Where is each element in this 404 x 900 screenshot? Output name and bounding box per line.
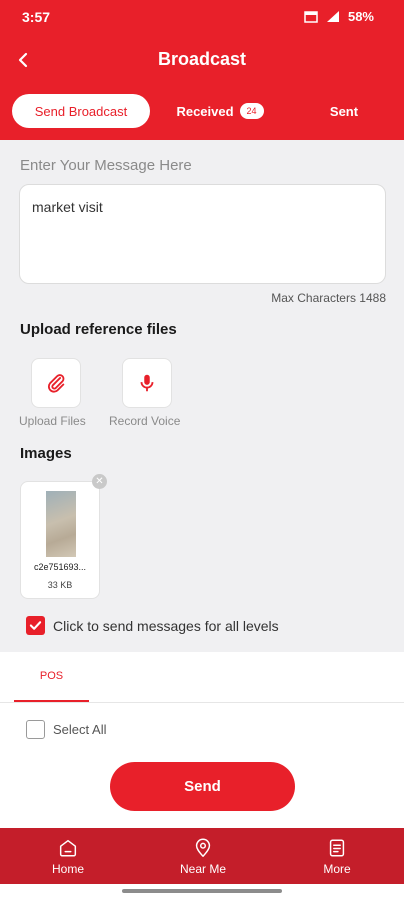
all-levels-label: Click to send messages for all levels: [53, 617, 279, 634]
select-all-checkbox[interactable]: [26, 720, 45, 739]
all-levels-checkbox[interactable]: [26, 616, 45, 635]
nav-label: More: [323, 862, 351, 876]
image-filesize: 33 KB: [47, 580, 73, 590]
nav-item-home[interactable]: Home: [28, 828, 108, 884]
record-voice-button[interactable]: [122, 358, 172, 408]
broadcast-tabs: Send Broadcast Received 24 Sent: [0, 94, 404, 130]
tab-label: Send Broadcast: [34, 103, 128, 119]
max-characters-hint: Max Characters 1488: [271, 291, 386, 305]
record-voice-label: Record Voice: [109, 414, 181, 428]
select-all-option[interactable]: Select All: [26, 720, 106, 739]
received-count-badge: 24: [239, 103, 264, 119]
nav-item-near-me[interactable]: Near Me: [163, 828, 243, 884]
send-button[interactable]: Send: [110, 762, 295, 811]
status-indicators: 58%: [304, 9, 374, 24]
more-icon: [329, 839, 345, 857]
upload-files-label: Upload Files: [19, 414, 86, 428]
images-section-title: Images: [20, 445, 72, 462]
gesture-bar[interactable]: [122, 889, 282, 893]
image-attachment[interactable]: c2e751693... 33 KB: [20, 481, 100, 599]
paperclip-icon: [47, 374, 65, 393]
gesture-area: [0, 884, 404, 900]
page-title: Broadcast: [157, 49, 247, 69]
battery-level: 58%: [347, 9, 374, 24]
upload-section-title: Upload reference files: [20, 321, 177, 338]
message-label: Enter Your Message Here: [20, 157, 192, 174]
select-all-label: Select All: [53, 722, 107, 737]
remove-image-icon[interactable]: ✕: [92, 474, 107, 489]
nav-label: Home: [51, 862, 84, 876]
app-header: 3:57 58% Broadcast Send Broadcast Receiv…: [0, 0, 404, 140]
tab-label: Sent: [329, 103, 359, 119]
message-input[interactable]: market visit: [19, 184, 386, 284]
tab-label: Received: [176, 103, 234, 119]
checkmark-icon: [29, 621, 42, 630]
image-thumbnail: [46, 491, 76, 557]
nav-item-more[interactable]: More: [297, 828, 377, 884]
status-bar: 3:57 58%: [0, 0, 404, 34]
location-pin-icon: [195, 838, 211, 857]
calendar-icon: [304, 11, 318, 23]
bottom-navigation: Home Near Me More: [0, 828, 404, 884]
nav-label: Near Me: [179, 862, 226, 876]
tab-pos[interactable]: POS: [14, 652, 89, 702]
tab-send-broadcast[interactable]: Send Broadcast: [12, 94, 150, 128]
all-levels-option[interactable]: Click to send messages for all levels: [26, 616, 279, 635]
home-icon: [59, 839, 77, 857]
tab-sent[interactable]: Sent: [316, 94, 372, 128]
image-filename: c2e751693...: [33, 562, 87, 572]
signal-icon: [326, 11, 339, 22]
tab-received[interactable]: Received 24: [170, 94, 270, 128]
divider: [0, 702, 404, 703]
microphone-icon: [140, 374, 154, 392]
upload-files-button[interactable]: [31, 358, 81, 408]
status-time: 3:57: [22, 9, 51, 25]
levels-panel: POS Select All: [0, 652, 404, 752]
